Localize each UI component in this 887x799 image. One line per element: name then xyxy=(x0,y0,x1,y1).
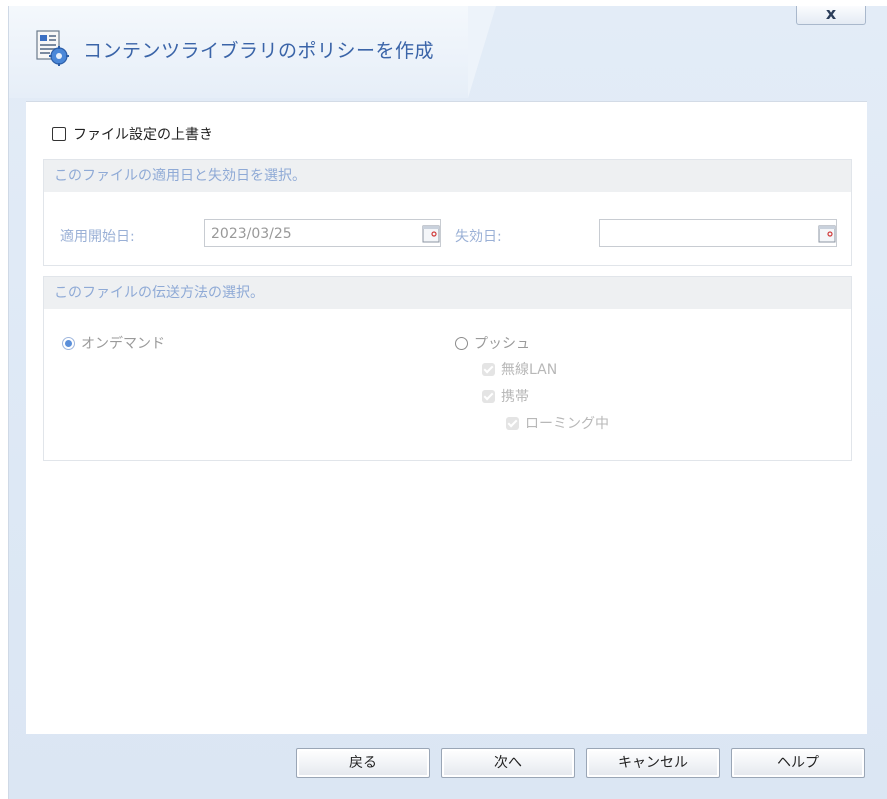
dates-section-header: このファイルの適用日と失効日を選択。 xyxy=(44,160,851,192)
content-panel: ファイル設定の上書き このファイルの適用日と失効日を選択。 適用開始日: 202… xyxy=(26,101,867,734)
checkbox-disabled-icon xyxy=(482,362,495,376)
expire-date-input[interactable] xyxy=(599,219,837,247)
mobile-label: 携帯 xyxy=(501,389,529,405)
wifi-checkbox: 無線LAN xyxy=(482,359,557,379)
back-button[interactable]: 戻る xyxy=(296,748,430,778)
on-demand-label: オンデマンド xyxy=(81,336,165,352)
expire-date-calendar-icon[interactable] xyxy=(817,223,837,245)
override-file-settings-checkbox[interactable]: ファイル設定の上書き xyxy=(52,124,213,144)
expire-date-label: 失効日: xyxy=(455,229,502,245)
radio-selected-icon[interactable] xyxy=(62,336,75,350)
wifi-label: 無線LAN xyxy=(501,362,558,378)
title-bar: コンテンツライブラリのポリシーを作成 xyxy=(9,6,496,98)
override-label: ファイル設定の上書き xyxy=(73,127,213,143)
next-button[interactable]: 次へ xyxy=(441,748,575,778)
document-settings-icon xyxy=(36,30,69,66)
close-button[interactable]: x xyxy=(796,6,866,25)
roaming-label: ローミング中 xyxy=(525,416,609,432)
push-label: プッシュ xyxy=(474,336,530,352)
delivery-section: このファイルの伝送方法の選択。 オンデマンド プッシュ 無線LAN 携帯 ローミ… xyxy=(43,276,852,461)
dates-section: このファイルの適用日と失効日を選択。 適用開始日: 2023/03/25 失効日… xyxy=(43,159,852,266)
mobile-checkbox: 携帯 xyxy=(482,386,529,406)
checkbox-disabled-icon xyxy=(506,416,519,430)
checkbox-disabled-icon xyxy=(482,389,495,403)
delivery-section-header: このファイルの伝送方法の選択。 xyxy=(44,277,851,309)
start-date-label: 適用開始日: xyxy=(60,229,135,245)
start-date-input[interactable]: 2023/03/25 xyxy=(204,219,441,247)
on-demand-radio[interactable]: オンデマンド xyxy=(62,333,165,353)
start-date-calendar-icon[interactable] xyxy=(421,223,441,245)
cancel-button[interactable]: キャンセル xyxy=(586,748,720,778)
push-radio[interactable]: プッシュ xyxy=(455,333,530,353)
policy-dialog: コンテンツライブラリのポリシーを作成 x ファイル設定の上書き このファイルの適… xyxy=(8,6,887,799)
roaming-checkbox: ローミング中 xyxy=(506,413,609,433)
dialog-title: コンテンツライブラリのポリシーを作成 xyxy=(83,40,435,62)
help-button[interactable]: ヘルプ xyxy=(731,748,865,778)
checkbox-icon[interactable] xyxy=(52,127,66,141)
radio-unselected-icon[interactable] xyxy=(455,336,468,350)
